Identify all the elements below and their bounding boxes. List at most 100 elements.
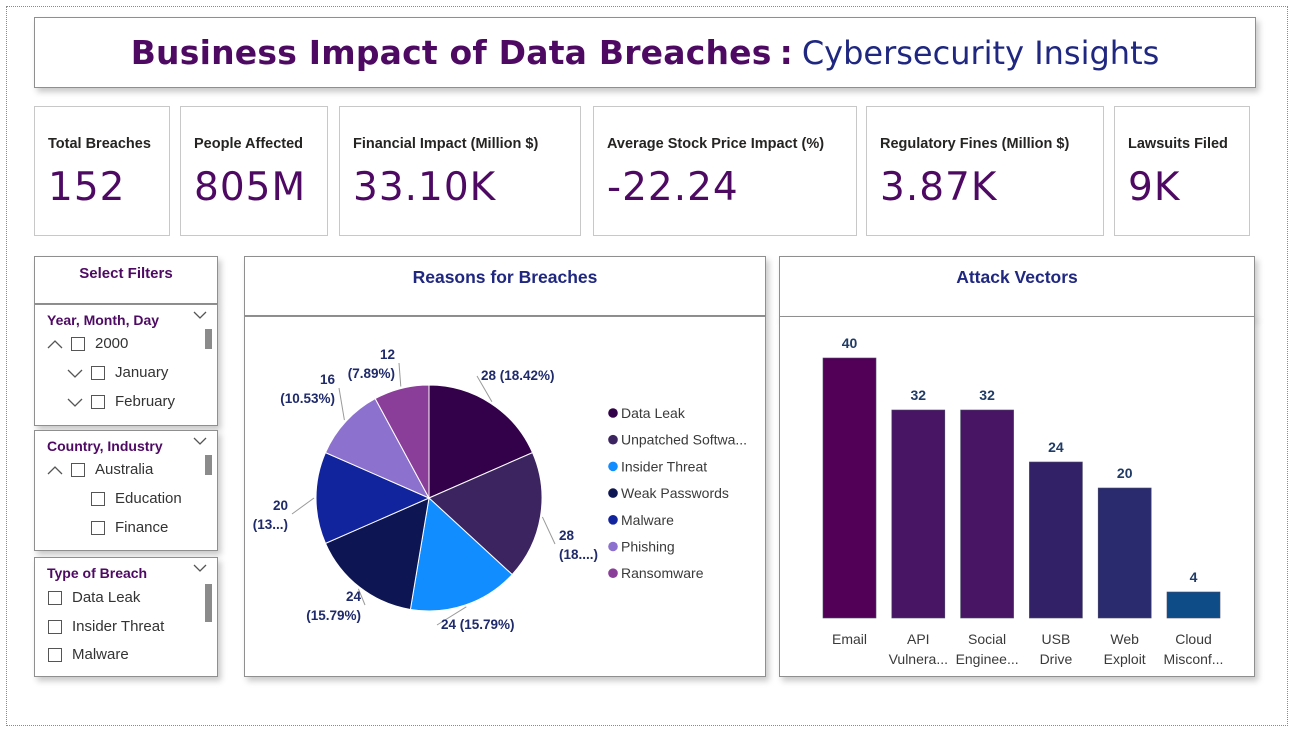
slicer-scrollbar[interactable] bbox=[205, 455, 212, 475]
bar-cloud-misconfiguration[interactable] bbox=[1166, 591, 1221, 619]
bar-data-label: 32 bbox=[979, 387, 995, 403]
kpi-value: 3.87K bbox=[880, 165, 998, 210]
checkbox[interactable] bbox=[91, 491, 105, 506]
legend-marker[interactable] bbox=[608, 434, 618, 445]
pie-leader-line bbox=[291, 497, 315, 515]
checkbox[interactable] bbox=[91, 520, 105, 535]
slicer-type-of-breach[interactable]: Type of Breach Data Leak Insider Threat … bbox=[34, 557, 218, 677]
kpi-value: 9K bbox=[1128, 165, 1181, 210]
legend-marker[interactable] bbox=[608, 461, 618, 472]
checkbox[interactable] bbox=[71, 462, 85, 477]
legend-marker[interactable] bbox=[608, 541, 618, 552]
pie-chart-panel[interactable]: 28 (18.42%) 28 (18....) 24 (15.79%) 24 (15.79… bbox=[244, 316, 766, 677]
checkbox[interactable] bbox=[71, 336, 85, 351]
checkbox[interactable] bbox=[48, 619, 62, 634]
slicer-item-australia[interactable]: Australia bbox=[47, 461, 153, 478]
dashboard-title-bar: Business Impact of Data Breaches : Cyber… bbox=[34, 17, 1256, 88]
checkbox[interactable] bbox=[48, 647, 62, 662]
x-tick-label: API Vulnera... bbox=[889, 631, 948, 667]
kpi-value: 33.10K bbox=[353, 165, 497, 210]
legend-label[interactable]: Unpatched Softwa... bbox=[621, 432, 747, 448]
checkbox[interactable] bbox=[91, 365, 105, 380]
slicer-item-education[interactable]: Education bbox=[91, 490, 182, 507]
bar-data-label: 32 bbox=[911, 387, 927, 403]
slicer-date[interactable]: Year, Month, Day 2000 January February bbox=[34, 304, 218, 426]
legend-label[interactable]: Data Leak bbox=[621, 405, 686, 421]
filters-heading: Select Filters bbox=[79, 265, 173, 282]
x-tick-label: Web Exploit bbox=[1104, 631, 1146, 667]
legend-label[interactable]: Insider Threat bbox=[621, 458, 707, 474]
legend-label[interactable]: Weak Passwords bbox=[621, 485, 729, 501]
slicer-item-label: 2000 bbox=[95, 335, 129, 352]
bar-data-label: 40 bbox=[842, 335, 858, 351]
pie-chart[interactable]: 28 (18.42%) 28 (18....) 24 (15.79%) 24 (15.79… bbox=[245, 317, 765, 676]
pie-leader-line bbox=[338, 387, 345, 421]
kpi-label: Total Breaches bbox=[48, 136, 151, 152]
slicer-country-industry[interactable]: Country, Industry Australia Education Fi… bbox=[34, 430, 218, 551]
bar-api-vulnerabilities[interactable] bbox=[891, 409, 946, 619]
dashboard-subtitle: Cybersecurity Insights bbox=[801, 33, 1160, 72]
kpi-card-financial-impact[interactable]: Financial Impact (Million $) 33.10K bbox=[339, 106, 581, 236]
legend-label[interactable]: Malware bbox=[621, 512, 674, 528]
kpi-card-lawsuits-filed[interactable]: Lawsuits Filed 9K bbox=[1114, 106, 1250, 236]
kpi-card-total-breaches[interactable]: Total Breaches 152 bbox=[34, 106, 170, 236]
slicer-title: Year, Month, Day bbox=[47, 312, 160, 328]
slicer-title: Country, Industry bbox=[47, 438, 163, 454]
x-tick-label: Social Enginee... bbox=[956, 631, 1019, 667]
x-tick-label: Cloud Misconf... bbox=[1164, 631, 1224, 667]
bar-data-label: 24 bbox=[1048, 439, 1064, 455]
legend-marker[interactable] bbox=[608, 568, 618, 578]
pie-leader-line bbox=[541, 516, 556, 545]
kpi-card-stock-price-impact[interactable]: Average Stock Price Impact (%) -22.24 bbox=[593, 106, 857, 236]
expand-icon[interactable] bbox=[67, 367, 83, 379]
pie-chart-header: Reasons for Breaches bbox=[244, 256, 766, 316]
bar-web-exploit[interactable] bbox=[1097, 487, 1152, 619]
chevron-down-icon[interactable] bbox=[193, 436, 207, 446]
slicer-title: Type of Breach bbox=[47, 565, 148, 581]
slicer-item-data-leak[interactable]: Data Leak bbox=[48, 589, 140, 606]
bar-chart[interactable]: 40 Email 32 API Vulnera... 32 Social Enginee...… bbox=[780, 317, 1254, 676]
legend-marker[interactable] bbox=[608, 408, 618, 418]
chevron-down-icon[interactable] bbox=[193, 310, 207, 320]
x-tick-label: USB Drive bbox=[1040, 631, 1073, 667]
kpi-value: -22.24 bbox=[607, 165, 739, 210]
bar-social-engineering[interactable] bbox=[960, 409, 1014, 619]
legend-label[interactable]: Ransomware bbox=[621, 565, 704, 581]
bar-chart-panel[interactable]: 40 Email 32 API Vulnera... 32 Social Enginee...… bbox=[779, 316, 1255, 677]
expand-icon[interactable] bbox=[67, 396, 83, 408]
legend-marker[interactable] bbox=[608, 488, 618, 498]
filters-heading-box: Select Filters bbox=[34, 256, 218, 304]
chevron-down-icon[interactable] bbox=[193, 563, 207, 573]
kpi-card-people-affected[interactable]: People Affected 805M bbox=[180, 106, 328, 236]
slicer-item-label: Insider Threat bbox=[72, 618, 165, 635]
slicer-item-malware[interactable]: Malware bbox=[48, 646, 129, 663]
kpi-label: Financial Impact (Million $) bbox=[353, 136, 539, 152]
bar-email[interactable] bbox=[822, 357, 877, 619]
slicer-item-january[interactable]: January bbox=[67, 364, 168, 381]
slicer-item-insider-threat[interactable]: Insider Threat bbox=[48, 618, 164, 635]
checkbox[interactable] bbox=[48, 590, 62, 605]
kpi-value: 805M bbox=[194, 165, 307, 210]
pie-data-label: 24 (15.79%) bbox=[441, 617, 515, 632]
pie-leader-line bbox=[398, 362, 402, 387]
checkbox[interactable] bbox=[91, 394, 105, 409]
slicer-item-label: February bbox=[115, 393, 176, 410]
kpi-card-regulatory-fines[interactable]: Regulatory Fines (Million $) 3.87K bbox=[866, 106, 1104, 236]
collapse-icon[interactable] bbox=[47, 464, 63, 476]
collapse-icon[interactable] bbox=[47, 338, 63, 350]
bar-data-label: 4 bbox=[1190, 569, 1198, 585]
slicer-scrollbar[interactable] bbox=[205, 329, 212, 349]
slicer-item-label: Malware bbox=[72, 646, 129, 663]
slicer-item-finance[interactable]: Finance bbox=[91, 519, 168, 536]
kpi-label: Lawsuits Filed bbox=[1128, 136, 1228, 152]
legend-marker[interactable] bbox=[608, 515, 618, 525]
slicer-item-2000[interactable]: 2000 bbox=[47, 335, 128, 352]
slicer-scrollbar[interactable] bbox=[205, 584, 212, 622]
pie-data-label: 16 (10.53%) bbox=[280, 372, 335, 406]
slicer-item-label: Finance bbox=[115, 519, 169, 536]
bar-usb-drive[interactable] bbox=[1029, 461, 1083, 619]
slicer-item-february[interactable]: February bbox=[67, 393, 175, 410]
slicer-item-label: Education bbox=[115, 490, 182, 507]
legend-label[interactable]: Phishing bbox=[621, 539, 675, 555]
slicer-item-label: Data Leak bbox=[72, 589, 141, 606]
